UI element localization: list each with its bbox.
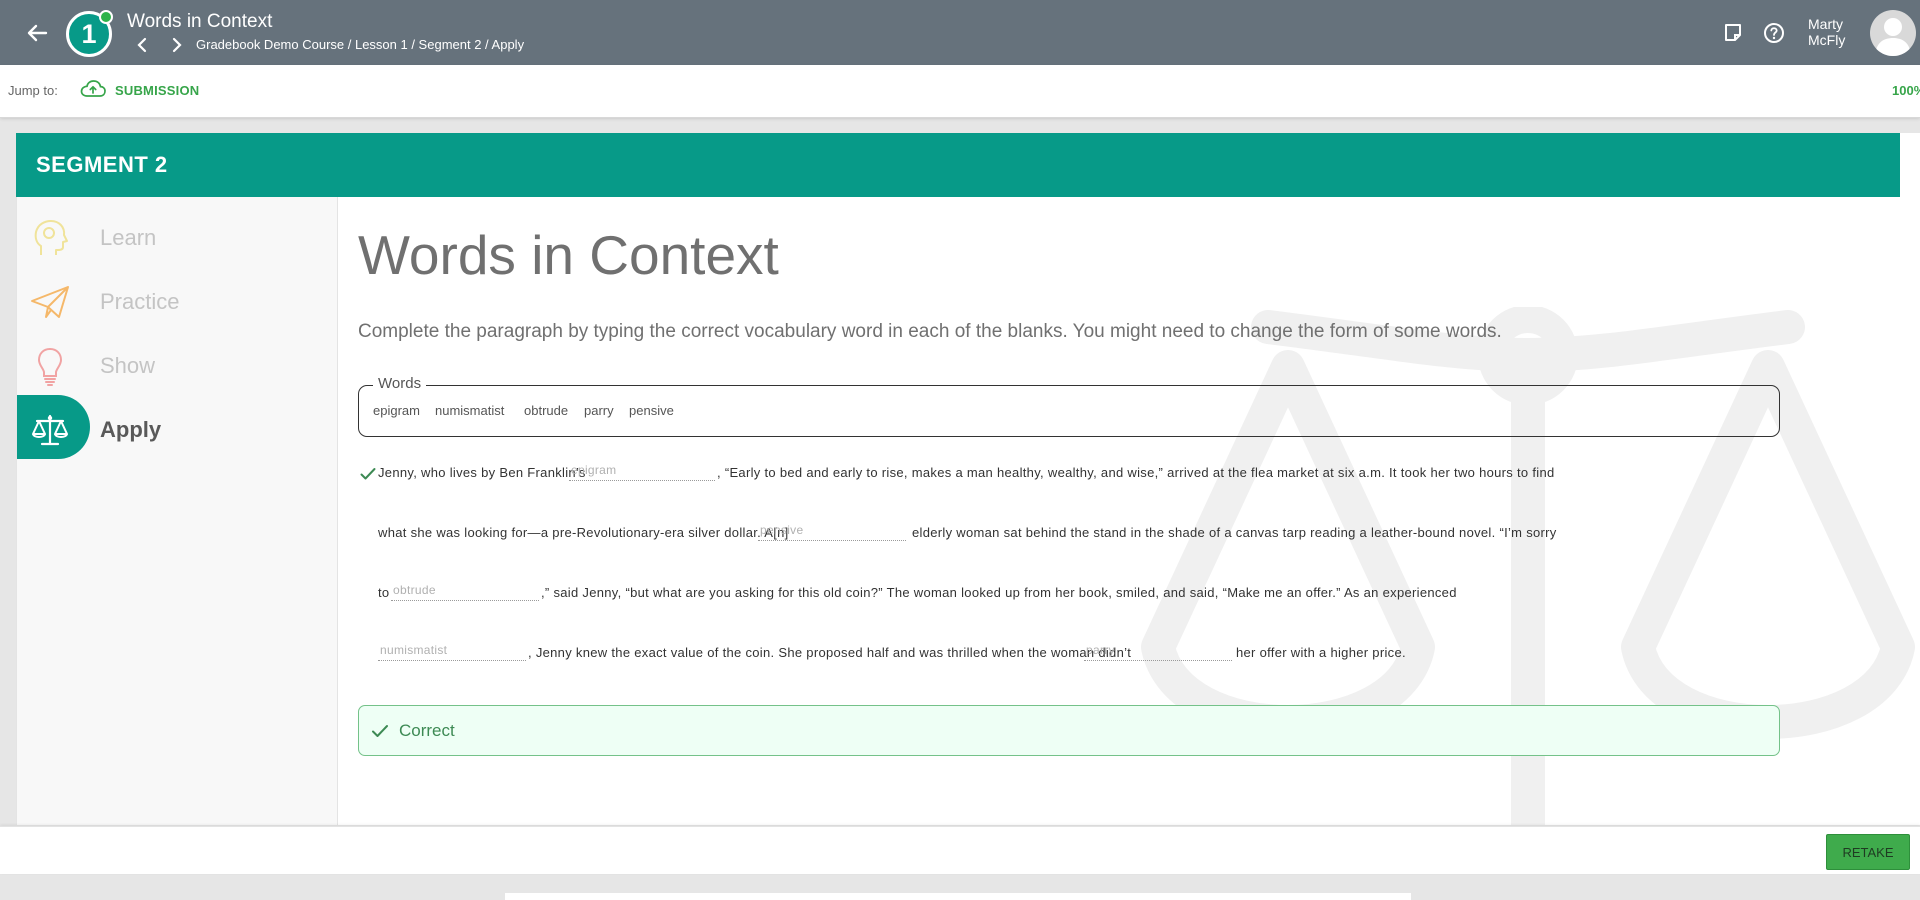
blank-input[interactable]: obtrude [391, 583, 539, 601]
blank-input[interactable]: parry [1084, 643, 1232, 661]
bottom-panel-edge [505, 893, 1411, 900]
word-chip: obtrude [524, 403, 569, 418]
sidebar-item-learn[interactable]: Learn [17, 203, 339, 267]
user-first-name: Marty [1808, 16, 1843, 32]
sidebar-item-label: Practice [100, 289, 180, 314]
check-icon [372, 725, 388, 737]
breadcrumb: Gradebook Demo Course / Lesson 1 / Segme… [196, 37, 525, 52]
paper-plane-icon [31, 286, 69, 318]
jump-bar: Jump to: SUBMISSION 100% [0, 65, 1920, 118]
paragraph-text: , Jenny knew the exact value of the coin… [528, 645, 1132, 660]
word-chip: epigram [373, 403, 420, 418]
blank-input[interactable]: numismatist [378, 643, 526, 661]
head-icon [34, 220, 68, 255]
top-bar: 1 Words in Context Gradebook Demo Course… [0, 0, 1920, 65]
word-chip: numismatist [435, 403, 505, 418]
sidebar-item-show[interactable]: Show [17, 331, 339, 395]
paragraph-text: Jenny, who lives by Ben Franklin’s [378, 465, 586, 480]
submission-link[interactable]: SUBMISSION [115, 83, 199, 98]
word-bank: Words epigram numismatist obtrude parry … [358, 375, 1780, 437]
word-chip: pensive [629, 403, 674, 418]
page-title: Words in Context [358, 224, 779, 286]
word-chip: parry [584, 403, 614, 418]
jump-to-label: Jump to: [8, 83, 58, 98]
paragraph-text: , “Early to bed and early to rise, makes… [717, 465, 1555, 480]
retake-button[interactable]: RETAKE [1826, 834, 1910, 870]
word-bank-legend: Words [373, 375, 427, 392]
check-icon [360, 468, 376, 480]
progress-percent: 100% [1892, 83, 1920, 98]
avatar[interactable] [1870, 10, 1916, 56]
apply-content: Words in Context Complete the paragraph … [338, 197, 1920, 825]
user-name[interactable]: Marty McFly [1808, 16, 1845, 48]
user-silhouette-icon [1875, 18, 1911, 56]
action-bar: RETAKE [0, 826, 1920, 874]
scales-icon [32, 414, 68, 446]
completed-check-icon [99, 10, 113, 24]
blank-input[interactable]: epigram [569, 463, 715, 481]
help-icon[interactable] [1763, 22, 1785, 44]
sidebar-item-apply[interactable]: Apply [17, 395, 339, 459]
lightbulb-icon [37, 347, 63, 386]
paragraph-text: to [378, 585, 390, 600]
segment-header: SEGMENT 2 [16, 133, 1900, 197]
paragraph-text: her offer with a higher price. [1236, 645, 1406, 660]
notes-icon[interactable] [1722, 22, 1744, 44]
activity-title: Words in Context [127, 11, 273, 32]
segment-card: SEGMENT 2 Learn Practice Show Apply Word… [16, 133, 1920, 825]
user-last-name: McFly [1808, 32, 1846, 48]
sidebar-item-label: Show [100, 353, 156, 378]
paragraph-text: ,” said Jenny, “but what are you asking … [541, 585, 1457, 600]
back-arrow-icon[interactable] [22, 18, 52, 48]
blank-input[interactable]: pensive [758, 523, 906, 541]
sidebar-item-practice[interactable]: Practice [17, 267, 339, 331]
paragraph-text: what she was looking for—a pre-Revolutio… [378, 525, 789, 540]
sidebar-item-label: Learn [100, 225, 157, 250]
feedback-correct: Correct [358, 705, 1780, 756]
instructions: Complete the paragraph by typing the cor… [358, 321, 1502, 342]
chevron-left-icon[interactable] [133, 35, 153, 55]
paragraph-text: elderly woman sat behind the stand in th… [912, 525, 1557, 540]
feedback-text: Correct [399, 721, 455, 740]
segment-sidebar: Learn Practice Show Apply [16, 197, 338, 825]
chevron-right-icon[interactable] [166, 35, 186, 55]
sidebar-item-label: Apply [100, 417, 162, 442]
cloud-upload-icon[interactable] [80, 79, 106, 99]
segment-title: SEGMENT 2 [36, 152, 168, 177]
